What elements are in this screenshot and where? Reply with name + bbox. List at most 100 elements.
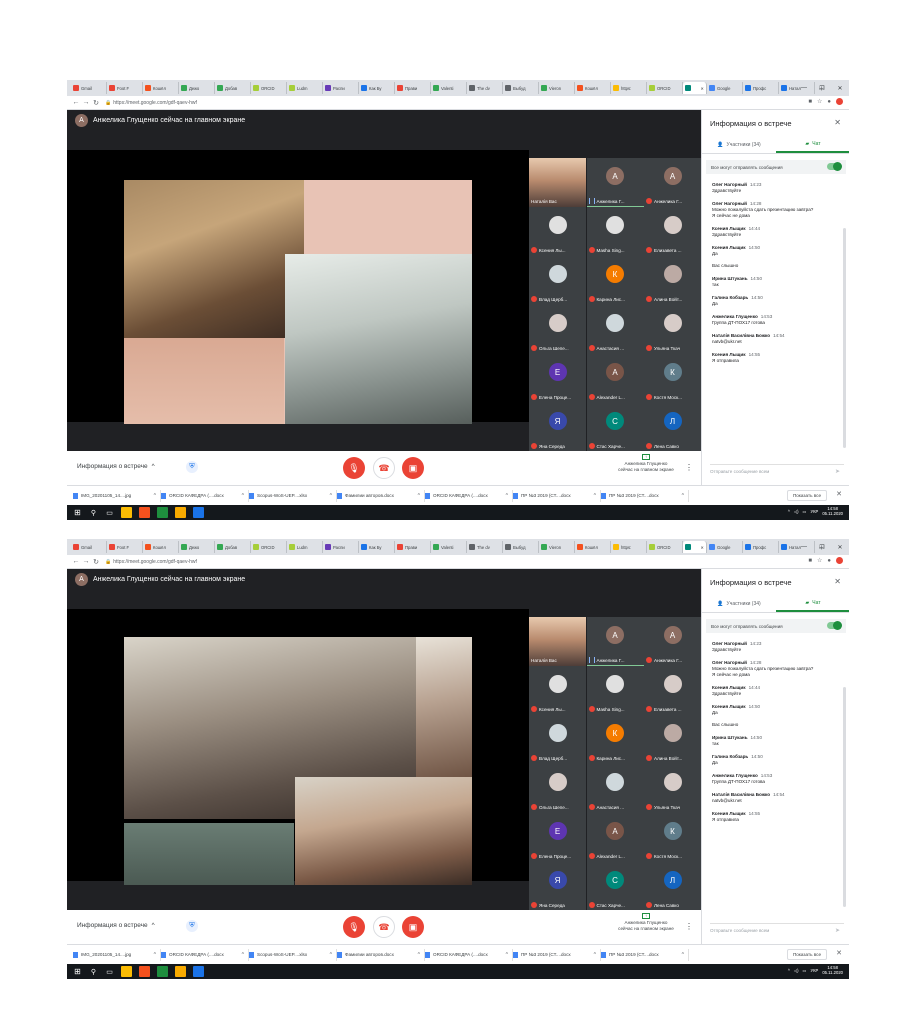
chat-scrollbar[interactable] (843, 228, 846, 448)
tab-chat[interactable]: ▰ Чат (776, 595, 849, 612)
browser-tab[interactable]: https: (611, 82, 647, 94)
download-menu-icon[interactable]: ^ (154, 952, 156, 958)
browser-tab[interactable]: Foot F (107, 541, 143, 553)
word-icon[interactable] (193, 966, 204, 977)
back-icon[interactable]: ← (71, 99, 81, 106)
participant-tile[interactable]: Ксения Лы... (529, 666, 586, 716)
chrome-icon[interactable] (121, 966, 132, 977)
meeting-info-button[interactable]: Информация о встрече ^ (77, 922, 155, 929)
url-field[interactable]: https://meet.google.com/gdf-qaev-hwf (113, 559, 197, 565)
participant-tile[interactable]: С Стас Харче... (586, 862, 644, 912)
participant-tile[interactable]: А Анжелика Г... (644, 617, 701, 667)
meeting-info-button[interactable]: Информация о встрече ^ (77, 463, 155, 470)
excel-icon[interactable] (157, 966, 168, 977)
tab-participants[interactable]: 👤 Участники (34) (702, 595, 776, 612)
clock[interactable]: 14:58 05.11.2020 (822, 506, 843, 516)
browser-tab[interactable]: Добав (215, 82, 251, 94)
url-field[interactable]: https://meet.google.com/gdf-qaev-hwf (113, 100, 197, 106)
download-item[interactable]: Scopus-WoS-UEP....xlsx ^ (249, 489, 337, 502)
mic-off-button[interactable]: 🎙 (343, 916, 365, 938)
presenting-indicator[interactable]: ↑ Анжелика Глущенко сейчас на главном эк… (611, 454, 681, 472)
browser-tab[interactable]: The dv (467, 541, 503, 553)
network-icon[interactable]: ▭ (802, 509, 806, 514)
download-item[interactable]: ПР №3 2019 (СТ....docx ^ (513, 489, 601, 502)
download-menu-icon[interactable]: ^ (154, 493, 156, 499)
camera-icon[interactable]: ■ (808, 558, 812, 564)
download-item[interactable]: ПР №3 2019 (СТ....docx ^ (513, 948, 601, 961)
download-item[interactable]: Фамилии авторов.docx ^ (337, 489, 425, 502)
participant-tile[interactable]: Masha Sing... (586, 207, 644, 257)
browser-tab[interactable]: Как Бу (359, 541, 395, 553)
download-menu-icon[interactable]: ^ (330, 493, 332, 499)
excel-icon[interactable] (157, 507, 168, 518)
browser-tab[interactable]: Как Бу (359, 82, 395, 94)
participant-tile[interactable]: С Стас Харче... (586, 403, 644, 453)
task-view-icon[interactable]: ▭ (105, 508, 114, 517)
browser-tab[interactable]: Кошёл (575, 82, 611, 94)
participant-tile[interactable]: К Костя Моск... (644, 813, 701, 863)
browser-tab[interactable]: ✕ (683, 541, 707, 553)
tray-arrow-icon[interactable]: ^ (788, 509, 790, 514)
browser-tab[interactable]: Распи (323, 541, 359, 553)
search-icon[interactable]: ⚲ (89, 967, 98, 976)
participant-tile[interactable]: Ольга Шепе... (529, 764, 586, 814)
send-icon[interactable]: ➤ (835, 927, 840, 934)
input-language[interactable]: УКР (810, 968, 818, 973)
browser-tab[interactable]: Vieron (539, 82, 575, 94)
back-icon[interactable]: ← (71, 558, 81, 565)
browser-tab[interactable]: Выбуд (503, 82, 539, 94)
participant-tile[interactable]: А Анжелика Г... (586, 158, 644, 208)
download-item[interactable]: IMG_20201105_14....jpg ^ (73, 489, 161, 502)
download-menu-icon[interactable]: ^ (330, 952, 332, 958)
browser-tab[interactable]: The dv (467, 82, 503, 94)
send-icon[interactable]: ➤ (835, 468, 840, 475)
browser-tab[interactable]: Valenti (431, 82, 467, 94)
star-icon[interactable]: ☆ (817, 98, 822, 105)
participant-tile[interactable]: Елизавета ... (644, 666, 701, 716)
download-item[interactable]: Scopus-WoS-UEP....xlsx ^ (249, 948, 337, 961)
download-item[interactable]: ПР №3 2019 (СТ....docx ^ (601, 948, 689, 961)
show-all-button[interactable]: Показать все (786, 490, 827, 501)
download-item[interactable]: ПР №3 2019 (СТ....docx ^ (601, 489, 689, 502)
folder-icon[interactable] (175, 966, 186, 977)
close-window-icon[interactable]: ✕ (831, 80, 849, 96)
camera-off-button[interactable]: ▣ (402, 457, 424, 479)
participant-tile[interactable]: Наталія Вас (529, 617, 586, 667)
participant-tile[interactable]: Анастасия ... (586, 305, 644, 355)
download-item[interactable]: ORCID КАФЕДРА (....docx ^ (161, 948, 249, 961)
participant-tile[interactable]: Л Лена Савко (644, 403, 701, 453)
browser-tab[interactable]: Распи (323, 82, 359, 94)
participant-tile[interactable]: А Alexander L... (586, 813, 644, 863)
browser-tab[interactable]: Кошёл (143, 541, 179, 553)
participant-tile[interactable]: Наталія Вас (529, 158, 586, 208)
participant-tile[interactable]: А Анжелика Г... (586, 617, 644, 667)
browser-tab[interactable]: https: (611, 541, 647, 553)
download-menu-icon[interactable]: ^ (242, 493, 244, 499)
browser-tab[interactable]: Vieron (539, 541, 575, 553)
participant-tile[interactable]: Ксения Лы... (529, 207, 586, 257)
browser-tab[interactable]: Foot F (107, 82, 143, 94)
presenting-indicator[interactable]: ↑ Анжелика Глущенко сейчас на главном эк… (611, 913, 681, 931)
tab-chat[interactable]: ▰ Чат (776, 136, 849, 153)
input-language[interactable]: УКР (810, 509, 818, 514)
close-window-icon[interactable]: ✕ (831, 539, 849, 555)
download-item[interactable]: ORCID КАФЕДРА (....docx ^ (161, 489, 249, 502)
windows-start-icon[interactable]: ⊞ (73, 967, 82, 976)
browser-tab[interactable]: ORCID (251, 82, 287, 94)
browser-tab[interactable]: Google (707, 541, 743, 553)
browser-tab[interactable]: Ludm (287, 82, 323, 94)
allow-messages-toggle[interactable] (827, 162, 842, 171)
browser-tab[interactable]: Профс (743, 82, 779, 94)
camera-off-button[interactable]: ▣ (402, 916, 424, 938)
participant-tile[interactable]: Алина Войт... (644, 715, 701, 765)
clock[interactable]: 14:58 05.11.2020 (822, 965, 843, 975)
download-menu-icon[interactable]: ^ (418, 952, 420, 958)
app-orange-icon[interactable] (139, 507, 150, 518)
participant-tile[interactable]: Влад Щерб... (529, 256, 586, 306)
close-icon[interactable]: ✕ (834, 118, 841, 127)
download-menu-icon[interactable]: ^ (242, 952, 244, 958)
volume-icon[interactable]: ◁) (794, 509, 799, 514)
maximize-icon[interactable]: ❐ (813, 539, 831, 555)
shield-icon[interactable]: ⛨ (186, 461, 198, 473)
shield-icon[interactable]: ⛨ (186, 920, 198, 932)
